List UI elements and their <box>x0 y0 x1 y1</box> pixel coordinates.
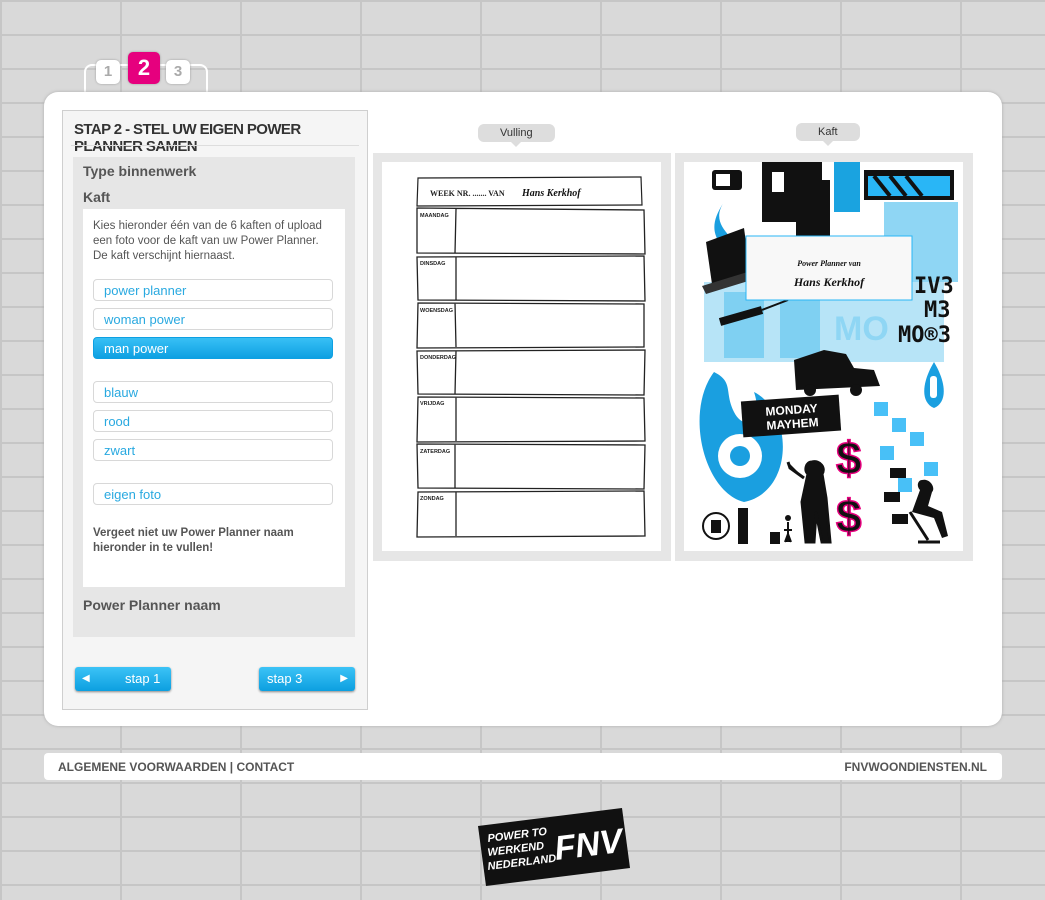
next-step-label: stap 3 <box>267 671 303 686</box>
day-dinsdag: DINSDAG <box>420 261 445 267</box>
cover-name: Hans Kerkhof <box>793 275 865 289</box>
options-group: Type binnenwerk Kaft Kies hieronder één … <box>73 157 355 637</box>
cover-dollar-top: $ <box>836 432 862 484</box>
cover-text-iv3: IV3 <box>914 274 954 299</box>
prev-step-label: stap 1 <box>125 671 161 686</box>
option-rood[interactable]: rood <box>93 410 333 432</box>
cover-artwork: Power Planner van Hans Kerkhof IV3 M3 MO… <box>684 162 963 551</box>
option-eigen-foto[interactable]: eigen foto <box>93 483 333 505</box>
panel-title: STAP 2 - STEL UW EIGEN POWER PLANNER SAM… <box>74 121 301 155</box>
vulling-preview: WEEK NR. ....... VAN Hans Kerkhof MAANDA… <box>373 153 671 561</box>
step-1-tab[interactable]: 1 <box>96 60 120 84</box>
option-woman-power[interactable]: woman power <box>93 308 333 330</box>
step-2-tab[interactable]: 2 <box>128 52 160 84</box>
section-type-binnenwerk[interactable]: Type binnenwerk <box>83 163 196 179</box>
option-man-power[interactable]: man power <box>93 337 333 359</box>
footer-bar: ALGEMENE VOORWAARDEN | CONTACT FNVWOONDI… <box>44 753 1002 780</box>
vulling-label: Vulling <box>478 124 555 147</box>
day-zondag: ZONDAG <box>420 496 444 502</box>
day-donderdag: DONDERDAG <box>420 355 456 361</box>
arrow-right-icon: ▶ <box>340 673 348 684</box>
kaft-label: Kaft <box>796 123 860 146</box>
prev-step-button[interactable]: ◀ stap 1 <box>75 667 171 691</box>
option-zwart[interactable]: zwart <box>93 439 333 461</box>
kaft-options-box: Kies hieronder één van de 6 kaften of up… <box>83 209 345 587</box>
day-rows <box>416 207 646 538</box>
config-panel: STAP 2 - STEL UW EIGEN POWER PLANNER SAM… <box>62 110 368 710</box>
cover-dollar-bottom: $ <box>836 490 862 542</box>
arrow-left-icon: ◀ <box>82 673 90 684</box>
day-maandag: MAANDAG <box>420 213 449 219</box>
week-label: WEEK NR. ....... VAN <box>430 189 505 198</box>
option-power-planner[interactable]: power planner <box>93 279 333 301</box>
fnv-logo: POWER TO WERKEND NEDERLAND FNV <box>478 808 630 886</box>
vulling-page: WEEK NR. ....... VAN Hans Kerkhof MAANDA… <box>382 162 661 551</box>
day-woensdag: WOENSDAG <box>420 308 453 314</box>
week-owner-name: Hans Kerkhof <box>521 188 582 199</box>
cover-text-mo: MO <box>834 310 889 348</box>
cover-text-m3: M3 <box>924 298 951 323</box>
weekplanner-sketch: WEEK NR. ....... VAN Hans Kerkhof MAANDA… <box>416 176 646 538</box>
step-3-tab[interactable]: 3 <box>166 60 190 84</box>
footer-links[interactable]: ALGEMENE VOORWAARDEN | CONTACT <box>58 760 294 774</box>
section-kaft[interactable]: Kaft <box>83 189 110 205</box>
day-vrijdag: VRIJDAG <box>420 401 444 407</box>
cover-text-mor3: MO®3 <box>898 323 951 348</box>
footer-site-link[interactable]: FNVWOONDIENSTEN.NL <box>844 760 987 774</box>
kaft-preview: Power Planner van Hans Kerkhof IV3 M3 MO… <box>675 153 973 561</box>
divider <box>71 145 359 146</box>
cover-page: Power Planner van Hans Kerkhof IV3 M3 MO… <box>684 162 963 551</box>
section-power-planner-naam[interactable]: Power Planner naam <box>83 597 221 613</box>
cover-title: Power Planner van <box>797 259 861 268</box>
main-card: STAP 2 - STEL UW EIGEN POWER PLANNER SAM… <box>44 92 1002 726</box>
next-step-button[interactable]: stap 3 ▶ <box>259 667 355 691</box>
kaft-intro-text: Kies hieronder één van de 6 kaften of up… <box>93 220 322 262</box>
step-indicator: 1 2 3 <box>84 52 208 96</box>
day-zaterdag: ZATERDAG <box>420 449 450 455</box>
name-reminder-note: Vergeet niet uw Power Planner naam hiero… <box>93 527 294 554</box>
option-blauw[interactable]: blauw <box>93 381 333 403</box>
